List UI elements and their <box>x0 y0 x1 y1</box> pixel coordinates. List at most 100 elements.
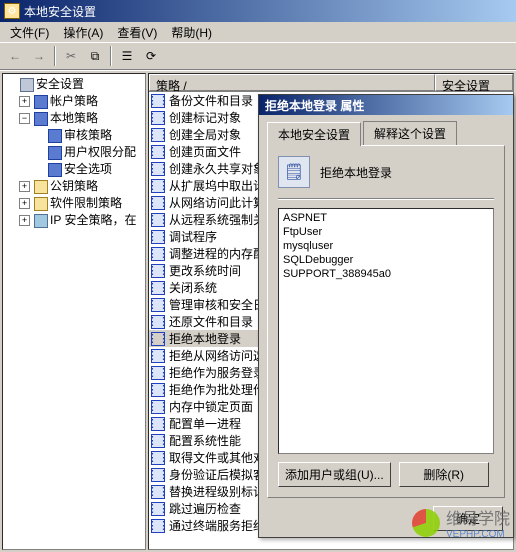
policy-item-icon: ⋮⋮ <box>151 383 165 397</box>
user-list-item[interactable]: FtpUser <box>283 225 489 239</box>
menu-help[interactable]: 帮助(H) <box>165 22 218 43</box>
dialog-titlebar: 拒绝本地登录 属性 <box>259 95 513 115</box>
policy-item-icon: ⋮⋮ <box>151 519 165 533</box>
policy-item-label: 内存中锁定页面 <box>169 398 253 415</box>
policy-item-icon: ⋮⋮ <box>151 230 165 244</box>
folder-closed-icon <box>34 180 48 194</box>
expander-minus-icon[interactable]: − <box>19 113 30 124</box>
window-title: 本地安全设置 <box>24 3 96 20</box>
policy-item-icon: ⋮⋮ <box>151 94 165 108</box>
policy-item-icon: ⋮⋮ <box>151 111 165 125</box>
menubar: 文件(F) 操作(A) 查看(V) 帮助(H) <box>0 22 516 42</box>
policy-item-icon: ⋮⋮ <box>151 179 165 193</box>
policy-item-label: 创建永久共享对象 <box>169 160 265 177</box>
user-list[interactable]: ASPNETFtpUsermysqluserSQLDebuggerSUPPORT… <box>278 208 494 454</box>
properties-dialog: 拒绝本地登录 属性 本地安全设置 解释这个设置 🗒 拒绝本地登录 ASPNETF… <box>258 94 514 538</box>
policy-item-icon: ⋮⋮ <box>151 502 165 516</box>
menu-view[interactable]: 查看(V) <box>111 22 163 43</box>
policy-item-icon: ⋮⋮ <box>151 400 165 414</box>
policy-item-icon: ⋮⋮ <box>151 451 165 465</box>
ok-button[interactable]: 确定 <box>433 506 503 531</box>
user-list-item[interactable]: ASPNET <box>283 211 489 225</box>
tree-ip-security[interactable]: + IP 安全策略，在 <box>19 212 143 229</box>
policy-item-icon: ⋮⋮ <box>151 162 165 176</box>
policy-item-icon: ⋮⋮ <box>151 196 165 210</box>
policy-item-icon: ⋮⋮ <box>151 264 165 278</box>
tree-software-restrict[interactable]: + 软件限制策略 <box>19 195 143 212</box>
policy-item-icon: ⋮⋮ <box>151 468 165 482</box>
tree-user-rights[interactable]: 用户权限分配 <box>33 144 143 161</box>
tree-label: IP 安全策略，在 <box>50 212 136 229</box>
user-list-item[interactable]: mysqluser <box>283 239 489 253</box>
col-policy[interactable]: 策略 / <box>149 74 435 91</box>
expander-blank <box>33 164 44 175</box>
policy-item-icon: ⋮⋮ <box>151 434 165 448</box>
policy-item-icon: ⋮⋮ <box>151 315 165 329</box>
nav-fwd-button: → <box>28 45 50 67</box>
policy-item-label: 调试程序 <box>169 228 217 245</box>
tab-local-setting[interactable]: 本地安全设置 <box>267 122 361 146</box>
window-titlebar: ⚙ 本地安全设置 <box>0 0 516 22</box>
copy-button[interactable]: ⧉ <box>84 45 106 67</box>
book-icon <box>48 146 62 160</box>
policy-item-label: 配置单一进程 <box>169 415 241 432</box>
policy-item-icon: ⋮⋮ <box>151 417 165 431</box>
policy-item-icon: ⋮⋮ <box>151 213 165 227</box>
policy-item-label: 还原文件和目录 <box>169 313 253 330</box>
expander-blank <box>33 130 44 141</box>
tree-label: 安全选项 <box>64 161 112 178</box>
tree-public-key[interactable]: + 公钥策略 <box>19 178 143 195</box>
nav-back-button: ← <box>4 45 26 67</box>
tree-security-options[interactable]: 安全选项 <box>33 161 143 178</box>
policy-item-label: 关闭系统 <box>169 279 217 296</box>
user-list-item[interactable]: SUPPORT_388945a0 <box>283 267 489 281</box>
dialog-tabs: 本地安全设置 解释这个设置 <box>267 121 505 145</box>
tree-root[interactable]: 安全设置 <box>5 76 143 93</box>
toolbar-separator <box>110 46 112 66</box>
tree-audit-policy[interactable]: 审核策略 <box>33 127 143 144</box>
expander-plus-icon[interactable]: + <box>19 181 30 192</box>
policy-header: 🗒 拒绝本地登录 <box>278 156 494 188</box>
policy-name: 拒绝本地登录 <box>320 164 392 181</box>
refresh-button[interactable]: ⟳ <box>140 45 162 67</box>
book-icon <box>34 95 48 109</box>
add-user-button[interactable]: 添加用户或组(U)... <box>278 462 391 487</box>
policy-item-label: 替换进程级别标记 <box>169 483 265 500</box>
cut-button: ✂ <box>60 45 82 67</box>
menu-action[interactable]: 操作(A) <box>57 22 109 43</box>
expander-plus-icon[interactable]: + <box>19 96 30 107</box>
tree-account-policy[interactable]: + 帐户策略 <box>19 93 143 110</box>
policy-item-icon: ⋮⋮ <box>151 247 165 261</box>
policy-item-label: 拒绝作为服务登录 <box>169 364 265 381</box>
policy-item-icon: ⋮⋮ <box>151 332 165 346</box>
policy-item-label: 创建标记对象 <box>169 109 241 126</box>
policy-item-icon: ⋮⋮ <box>151 128 165 142</box>
policy-item-icon: ⋮⋮ <box>151 485 165 499</box>
tree-label: 帐户策略 <box>50 93 98 110</box>
tree-local-policy[interactable]: − 本地策略 <box>19 110 143 127</box>
policy-item-icon: ⋮⋮ <box>151 349 165 363</box>
menu-file[interactable]: 文件(F) <box>4 22 55 43</box>
divider <box>278 198 494 200</box>
policy-item-icon: ⋮⋮ <box>151 366 165 380</box>
remove-button[interactable]: 删除(R) <box>399 462 489 487</box>
tree-label: 软件限制策略 <box>50 195 122 212</box>
policy-item-label: 创建全局对象 <box>169 126 241 143</box>
toolbar-separator <box>54 46 56 66</box>
dialog-title: 拒绝本地登录 属性 <box>265 97 364 114</box>
tree-pane[interactable]: 安全设置 + 帐户策略 − 本地策略 <box>2 73 146 550</box>
props-button[interactable]: ☰ <box>116 45 138 67</box>
col-security-setting[interactable]: 安全设置 <box>435 74 513 91</box>
network-icon <box>34 214 48 228</box>
app-icon: ⚙ <box>4 3 20 19</box>
user-list-item[interactable]: SQLDebugger <box>283 253 489 267</box>
book-icon <box>48 129 62 143</box>
expander-plus-icon[interactable]: + <box>19 198 30 209</box>
tab-explain-setting[interactable]: 解释这个设置 <box>363 121 457 145</box>
policy-item-label: 拒绝本地登录 <box>169 330 241 347</box>
policy-item-label: 跳过遍历检查 <box>169 500 241 517</box>
tree-root-label: 安全设置 <box>36 76 84 93</box>
tree-label: 公钥策略 <box>50 178 98 195</box>
policy-item-icon: ⋮⋮ <box>151 145 165 159</box>
expander-plus-icon[interactable]: + <box>19 215 30 226</box>
